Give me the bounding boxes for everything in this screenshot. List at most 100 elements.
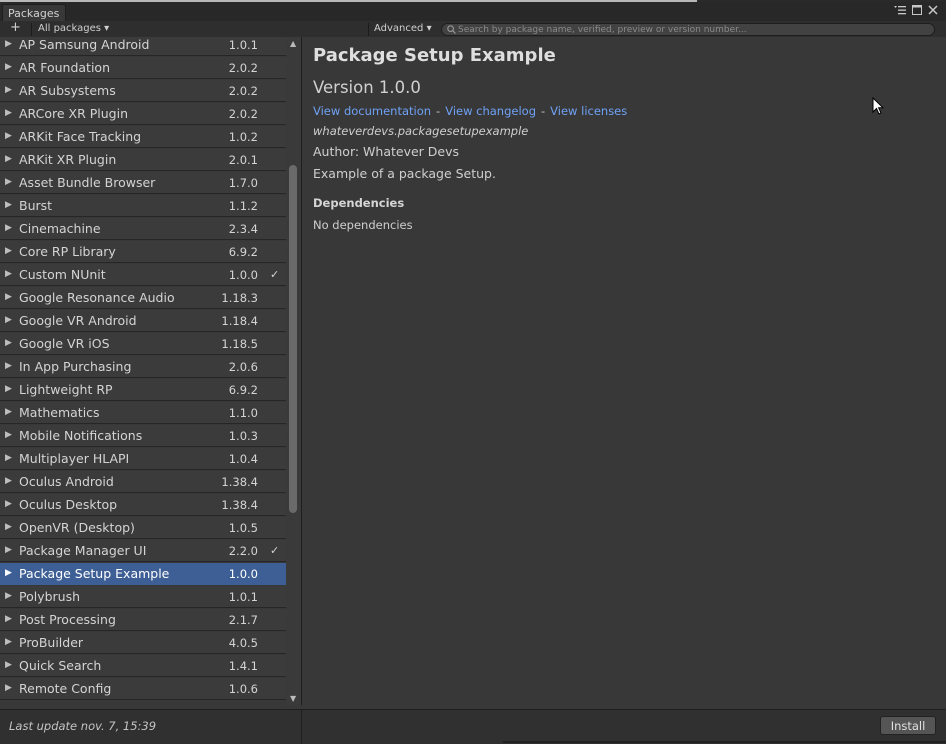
package-list-item[interactable]: ▶ AR Subsystems 2.0.2	[0, 80, 286, 102]
package-list-item[interactable]: ▶ In App Purchasing 2.0.6	[0, 356, 286, 378]
package-name: AR Foundation	[19, 60, 110, 75]
expand-arrow-icon[interactable]: ▶	[5, 407, 12, 417]
package-list-item[interactable]: ▶ Core RP Library 6.9.2	[0, 241, 286, 263]
expand-arrow-icon[interactable]: ▶	[5, 476, 12, 486]
expand-arrow-icon[interactable]: ▶	[5, 614, 12, 624]
package-name: Oculus Android	[19, 474, 114, 489]
filter-dropdown[interactable]: All packages ▾	[38, 23, 109, 34]
package-list-item[interactable]: ▶ Package Manager UI 2.2.0 ✓	[0, 540, 286, 562]
expand-arrow-icon[interactable]: ▶	[5, 223, 12, 233]
expand-arrow-icon[interactable]: ▶	[5, 315, 12, 325]
expand-arrow-icon[interactable]: ▶	[5, 545, 12, 555]
close-icon[interactable]	[928, 5, 938, 18]
expand-arrow-icon[interactable]: ▶	[5, 338, 12, 348]
package-list-item[interactable]: ▶ Cinemachine 2.3.4	[0, 218, 286, 240]
package-list-item[interactable]: ▶ Post Processing 2.1.7	[0, 609, 286, 631]
search-field[interactable]	[441, 23, 935, 36]
package-list-item[interactable]: ▶ Oculus Desktop 1.38.4	[0, 494, 286, 516]
expand-arrow-icon[interactable]: ▶	[5, 683, 12, 693]
package-list-item[interactable]: ▶ Custom NUnit 1.0.0 ✓	[0, 264, 286, 286]
package-name: Burst	[19, 198, 53, 213]
package-links: View documentation - View changelog - View l…	[313, 104, 627, 118]
maximize-icon[interactable]	[912, 5, 922, 18]
package-list-item[interactable]: ▶ Multiplayer HLAPI 1.0.4	[0, 448, 286, 470]
context-menu-icon[interactable]	[894, 5, 906, 18]
tab-packages[interactable]: Packages	[2, 4, 66, 21]
package-list-scrollbar[interactable]: ▲ ▼	[286, 37, 302, 705]
package-list-item[interactable]: ▶ Mobile Notifications 1.0.3	[0, 425, 286, 447]
dependencies-header: Dependencies	[313, 196, 405, 210]
expand-arrow-icon[interactable]: ▶	[5, 384, 12, 394]
view-documentation-link[interactable]: View documentation	[313, 104, 431, 118]
expand-arrow-icon[interactable]: ▶	[5, 430, 12, 440]
expand-arrow-icon[interactable]: ▶	[5, 292, 12, 302]
view-changelog-link[interactable]: View changelog	[445, 104, 536, 118]
package-list-item[interactable]: ▶ Polybrush 1.0.1	[0, 586, 286, 608]
package-list-item[interactable]: ▶ Asset Bundle Browser 1.7.0	[0, 172, 286, 194]
package-list-item[interactable]: ▶ Oculus Android 1.38.4	[0, 471, 286, 493]
expand-arrow-icon[interactable]: ▶	[5, 246, 12, 256]
package-name: Multiplayer HLAPI	[19, 451, 130, 466]
package-list-item[interactable]: ▶ Lightweight RP 6.9.2	[0, 379, 286, 401]
package-name: AR Subsystems	[19, 83, 116, 98]
package-list-item[interactable]: ▶ Package Setup Example 1.0.0	[0, 563, 286, 585]
search-input[interactable]	[458, 24, 928, 35]
scroll-up-icon[interactable]: ▲	[290, 39, 296, 48]
package-name: OpenVR (Desktop)	[19, 520, 135, 535]
toolbar-separator	[31, 23, 32, 36]
expand-arrow-icon[interactable]: ▶	[5, 568, 12, 578]
expand-arrow-icon[interactable]: ▶	[5, 39, 12, 49]
package-list-item[interactable]: ▶ Burst 1.1.2	[0, 195, 286, 217]
package-name: Google VR Android	[19, 313, 137, 328]
package-version-label: 1.0.6	[228, 682, 258, 696]
expand-arrow-icon[interactable]: ▶	[5, 62, 12, 72]
add-package-button[interactable]: +	[10, 20, 21, 35]
package-version-label: 6.9.2	[228, 383, 258, 397]
expand-arrow-icon[interactable]: ▶	[5, 85, 12, 95]
expand-arrow-icon[interactable]: ▶	[5, 499, 12, 509]
view-licenses-link[interactable]: View licenses	[550, 104, 627, 118]
expand-arrow-icon[interactable]: ▶	[5, 269, 12, 279]
expand-arrow-icon[interactable]: ▶	[5, 131, 12, 141]
install-button[interactable]: Install	[880, 716, 936, 735]
package-version-label: 2.3.4	[228, 222, 258, 236]
package-name: Post Processing	[19, 612, 116, 627]
scroll-down-icon[interactable]: ▼	[290, 694, 296, 703]
package-name: Package Manager UI	[19, 543, 147, 558]
package-list-item[interactable]: ▶ ProBuilder 4.0.5	[0, 632, 286, 654]
package-list-item[interactable]: ▶ Google Resonance Audio 1.18.3	[0, 287, 286, 309]
expand-arrow-icon[interactable]: ▶	[5, 154, 12, 164]
expand-arrow-icon[interactable]: ▶	[5, 453, 12, 463]
expand-arrow-icon[interactable]: ▶	[5, 637, 12, 647]
package-name: Asset Bundle Browser	[19, 175, 156, 190]
package-list-item[interactable]: ▶ AR Foundation 2.0.2	[0, 57, 286, 79]
package-list-item[interactable]: ▶ ARKit Face Tracking 1.0.2	[0, 126, 286, 148]
package-list-item[interactable]: ▶ Google VR Android 1.18.4	[0, 310, 286, 332]
expand-arrow-icon[interactable]: ▶	[5, 200, 12, 210]
package-list-item[interactable]: ▶ ARKit XR Plugin 2.0.1	[0, 149, 286, 171]
package-list-item[interactable]: ▶ Mathematics 1.1.0	[0, 402, 286, 424]
package-list-item[interactable]: ▶ Remote Config 1.0.6	[0, 678, 286, 700]
scrollbar-thumb[interactable]	[289, 165, 297, 513]
expand-arrow-icon[interactable]: ▶	[5, 660, 12, 670]
package-list-item[interactable]: ▶ Google VR iOS 1.18.5	[0, 333, 286, 355]
package-name: Quick Search	[19, 658, 102, 673]
package-list-item[interactable]: ▶ AP Samsung Android 1.0.1	[0, 37, 286, 56]
package-list-item[interactable]: ▶ ARCore XR Plugin 2.0.2	[0, 103, 286, 125]
package-version-label: 2.0.2	[228, 84, 258, 98]
expand-arrow-icon[interactable]: ▶	[5, 591, 12, 601]
package-list-item[interactable]: ▶ OpenVR (Desktop) 1.0.5	[0, 517, 286, 539]
expand-arrow-icon[interactable]: ▶	[5, 522, 12, 532]
package-name: Polybrush	[19, 589, 81, 604]
footer-divider	[301, 710, 302, 744]
expand-arrow-icon[interactable]: ▶	[5, 108, 12, 118]
package-version-label: 1.0.5	[228, 521, 258, 535]
package-name: Google VR iOS	[19, 336, 110, 351]
expand-arrow-icon[interactable]: ▶	[5, 361, 12, 371]
package-name: Google Resonance Audio	[19, 290, 175, 305]
package-list: ▶ AP Samsung Android 1.0.1 ▶ AR Foundation 2.…	[0, 37, 286, 705]
advanced-dropdown[interactable]: Advanced ▾	[374, 23, 432, 34]
expand-arrow-icon[interactable]: ▶	[5, 177, 12, 187]
package-version: Version 1.0.0	[313, 78, 421, 97]
package-list-item[interactable]: ▶ Quick Search 1.4.1	[0, 655, 286, 677]
